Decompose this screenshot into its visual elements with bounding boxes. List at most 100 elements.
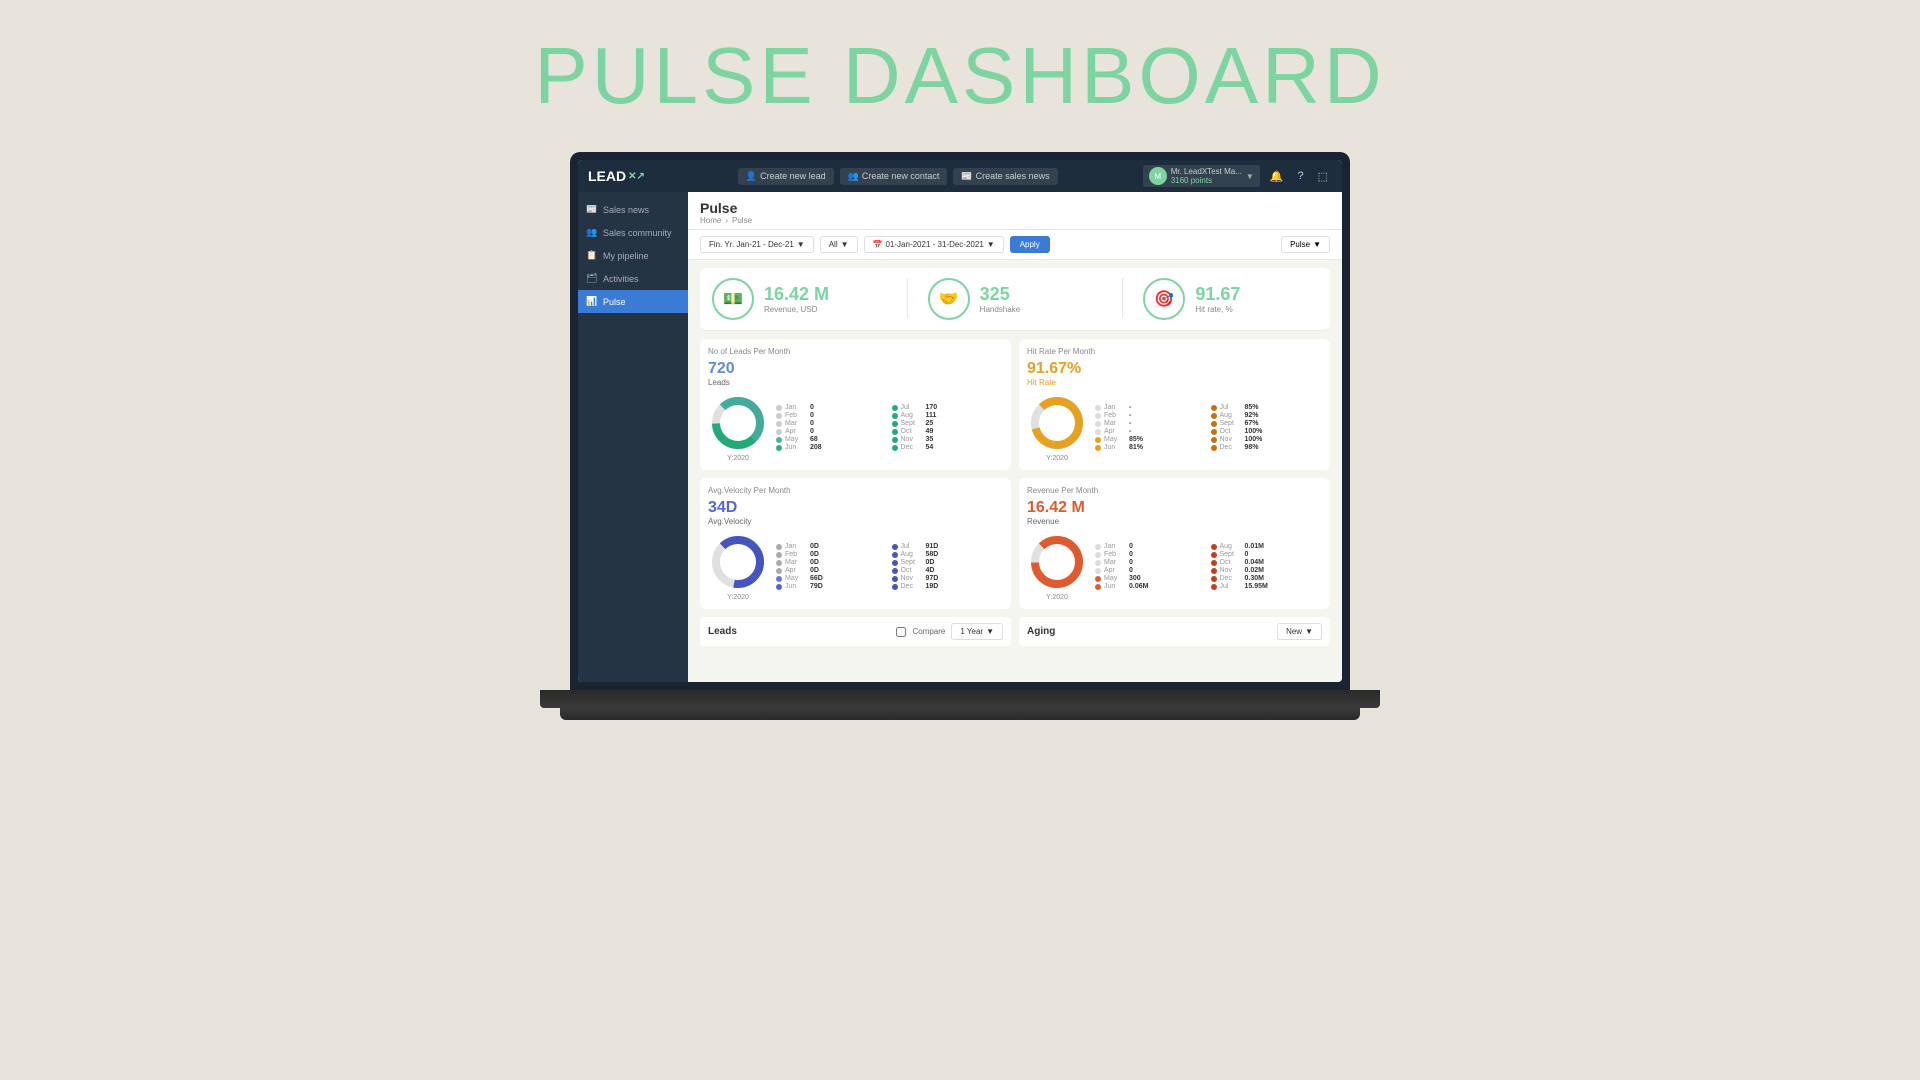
velocity-donut-year: Y:2020 — [708, 594, 768, 601]
date-chevron-icon: ▼ — [987, 240, 995, 249]
legend-sept: Sept25 — [892, 420, 1004, 427]
create-new-contact-button[interactable]: 👥 Create new contact — [840, 168, 948, 185]
revenue-donut-container — [1027, 532, 1087, 592]
legend-oct: Oct49 — [892, 428, 1004, 435]
revenue-icon-circle: 💵 — [712, 278, 754, 320]
leads-donut-container — [708, 393, 768, 453]
velocity-chart-body: Y:2020 Jan0D Jul91D Feb0D Aug58D Mar0D S… — [708, 532, 1003, 601]
v-legend-apr: Apr0D — [776, 567, 888, 574]
rev-legend-oct: Oct0.04M — [1211, 559, 1323, 566]
breadcrumb-separator: › — [725, 216, 728, 225]
sidebar-item-sales-community[interactable]: 👥 Sales community — [578, 221, 688, 244]
hitrate-label: Hit rate, % — [1195, 305, 1240, 314]
sidebar-label-activities: Activities — [603, 274, 639, 284]
hitrate-metric: 🎯 91.67 Hit rate, % — [1143, 278, 1318, 320]
legend-apr: Apr0 — [776, 428, 888, 435]
laptop-container: LEAD ✕↗ 👤 Create new lead 👥 Create new c… — [540, 152, 1380, 720]
topbar-right: M Mr. LeadXTest Ma... 3160 points ▼ 🔔 ? … — [1143, 165, 1332, 187]
hitrate-chart-title: Hit Rate Per Month — [1027, 347, 1322, 356]
laptop-bottom — [560, 708, 1360, 720]
hr-legend-may: May85% — [1095, 436, 1207, 443]
v-legend-jan: Jan0D — [776, 543, 888, 550]
sidebar-item-pulse[interactable]: 📊 Pulse — [578, 290, 688, 313]
activities-icon: 🗂 — [586, 273, 598, 284]
bottom-section: Leads Compare 1 Year ▼ Agin — [688, 617, 1342, 646]
velocity-legend: Jan0D Jul91D Feb0D Aug58D Mar0D Sept0D A… — [776, 543, 1003, 590]
leads-donut-year: Y:2020 — [708, 455, 768, 462]
leads-chart-title: No of Leads Per Month — [708, 347, 1003, 356]
rev-legend-mar: Mar0 — [1095, 559, 1207, 566]
legend-nov: Nov35 — [892, 436, 1004, 443]
v-legend-mar: Mar0D — [776, 559, 888, 566]
hr-legend-dec: Dec98% — [1211, 444, 1323, 451]
charts-row-1: No of Leads Per Month 720 Leads — [688, 339, 1342, 478]
legend-aug: Aug111 — [892, 412, 1004, 419]
fy-label: Fin. Yr. Jan-21 - Dec-21 — [709, 240, 794, 249]
legend-may: May68 — [776, 436, 888, 443]
rev-legend-jul: Jul15.95M — [1211, 583, 1323, 590]
breadcrumb: Home › Pulse — [700, 216, 1330, 225]
hitrate-icon-circle: 🎯 — [1143, 278, 1185, 320]
app-body: 📰 Sales news 👥 Sales community 📋 My pipe… — [578, 192, 1342, 682]
apply-button[interactable]: Apply — [1010, 236, 1050, 253]
revenue-chart-stat: 16.42 M — [1027, 499, 1085, 517]
rev-legend-jan: Jan0 — [1095, 543, 1207, 550]
laptop-screen-area: LEAD ✕↗ 👤 Create new lead 👥 Create new c… — [570, 152, 1350, 690]
hr-legend-jun: Jun81% — [1095, 444, 1207, 451]
filter-right: Pulse ▼ — [1281, 236, 1330, 253]
contact-icon: 👥 — [848, 171, 859, 182]
filter-bar: Fin. Yr. Jan-21 - Dec-21 ▼ All ▼ 📅 01-Ja… — [688, 230, 1342, 260]
new-select[interactable]: New ▼ — [1277, 623, 1322, 640]
laptop-base — [540, 690, 1380, 708]
help-button[interactable]: ? — [1293, 168, 1307, 184]
hr-legend-feb: Feb- — [1095, 412, 1207, 419]
v-legend-jul: Jul91D — [892, 543, 1004, 550]
sales-news-icon: 📰 — [586, 204, 598, 215]
all-filter-select[interactable]: All ▼ — [820, 236, 858, 253]
logout-button[interactable]: ⬚ — [1314, 168, 1332, 185]
leads-stat-label: Leads — [708, 378, 735, 387]
revenue-chart-header: 16.42 M Revenue — [1027, 499, 1322, 526]
v-legend-nov: Nov97D — [892, 575, 1004, 582]
hr-legend-aug: Aug92% — [1211, 412, 1323, 419]
pulse-view-button[interactable]: Pulse ▼ — [1281, 236, 1330, 253]
breadcrumb-home[interactable]: Home — [700, 216, 721, 225]
notifications-button[interactable]: 🔔 — [1266, 168, 1288, 185]
legend-jun: Jun208 — [776, 444, 888, 451]
date-range-label: 01-Jan-2021 - 31-Dec-2021 — [885, 240, 983, 249]
date-range-filter[interactable]: 📅 01-Jan-2021 - 31-Dec-2021 ▼ — [864, 236, 1004, 253]
revenue-value: 16.42 M — [764, 284, 829, 305]
sidebar: 📰 Sales news 👥 Sales community 📋 My pipe… — [578, 192, 688, 682]
velocity-chart-header: 34D Avg.Velocity — [708, 499, 1003, 526]
sidebar-item-sales-news[interactable]: 📰 Sales news — [578, 198, 688, 221]
hitrate-legend: Jan- Jul85% Feb- Aug92% Mar- Sept67% Apr… — [1095, 404, 1322, 451]
leads-chart-body: Y:2020 Jan0 Jul170 Feb0 Aug111 Mar0 Sept… — [708, 393, 1003, 462]
handshake-metric: 🤝 325 Handshake — [928, 278, 1103, 320]
sidebar-item-activities[interactable]: 🗂 Activities — [578, 267, 688, 290]
create-sales-news-button[interactable]: 📰 Create sales news — [953, 168, 1057, 185]
sidebar-item-my-pipeline[interactable]: 📋 My pipeline — [578, 244, 688, 267]
leads-stat: 720 — [708, 360, 735, 378]
fiscal-year-select[interactable]: Fin. Yr. Jan-21 - Dec-21 ▼ — [700, 236, 814, 253]
leads-chart-card: No of Leads Per Month 720 Leads — [700, 339, 1011, 470]
user-profile[interactable]: M Mr. LeadXTest Ma... 3160 points ▼ — [1143, 165, 1260, 187]
v-legend-oct: Oct4D — [892, 567, 1004, 574]
compare-checkbox[interactable] — [896, 627, 906, 637]
page-title: Pulse — [700, 200, 1330, 216]
v-legend-dec: Dec19D — [892, 583, 1004, 590]
revenue-chart-body: Y:2020 Jan0 Aug0.01M Feb0 Sept0 Mar0 Oct… — [1027, 532, 1322, 601]
leads-bottom-card: Leads Compare 1 Year ▼ — [700, 617, 1011, 646]
pulse-btn-chevron-icon: ▼ — [1313, 240, 1321, 249]
chevron-down-icon: ▼ — [1246, 172, 1254, 181]
aging-bottom-card: Aging New ▼ — [1019, 617, 1330, 646]
revenue-donut-year: Y:2020 — [1027, 594, 1087, 601]
avatar: M — [1149, 167, 1167, 185]
create-new-lead-button[interactable]: 👤 Create new lead — [738, 168, 834, 185]
period-select[interactable]: 1 Year ▼ — [951, 623, 1003, 640]
hitrate-icon: 🎯 — [1154, 289, 1174, 309]
all-chevron-icon: ▼ — [841, 240, 849, 249]
news-icon: 📰 — [961, 171, 972, 182]
app-logo: LEAD ✕↗ — [588, 168, 645, 184]
v-legend-feb: Feb0D — [776, 551, 888, 558]
logo-text: LEAD — [588, 168, 626, 184]
